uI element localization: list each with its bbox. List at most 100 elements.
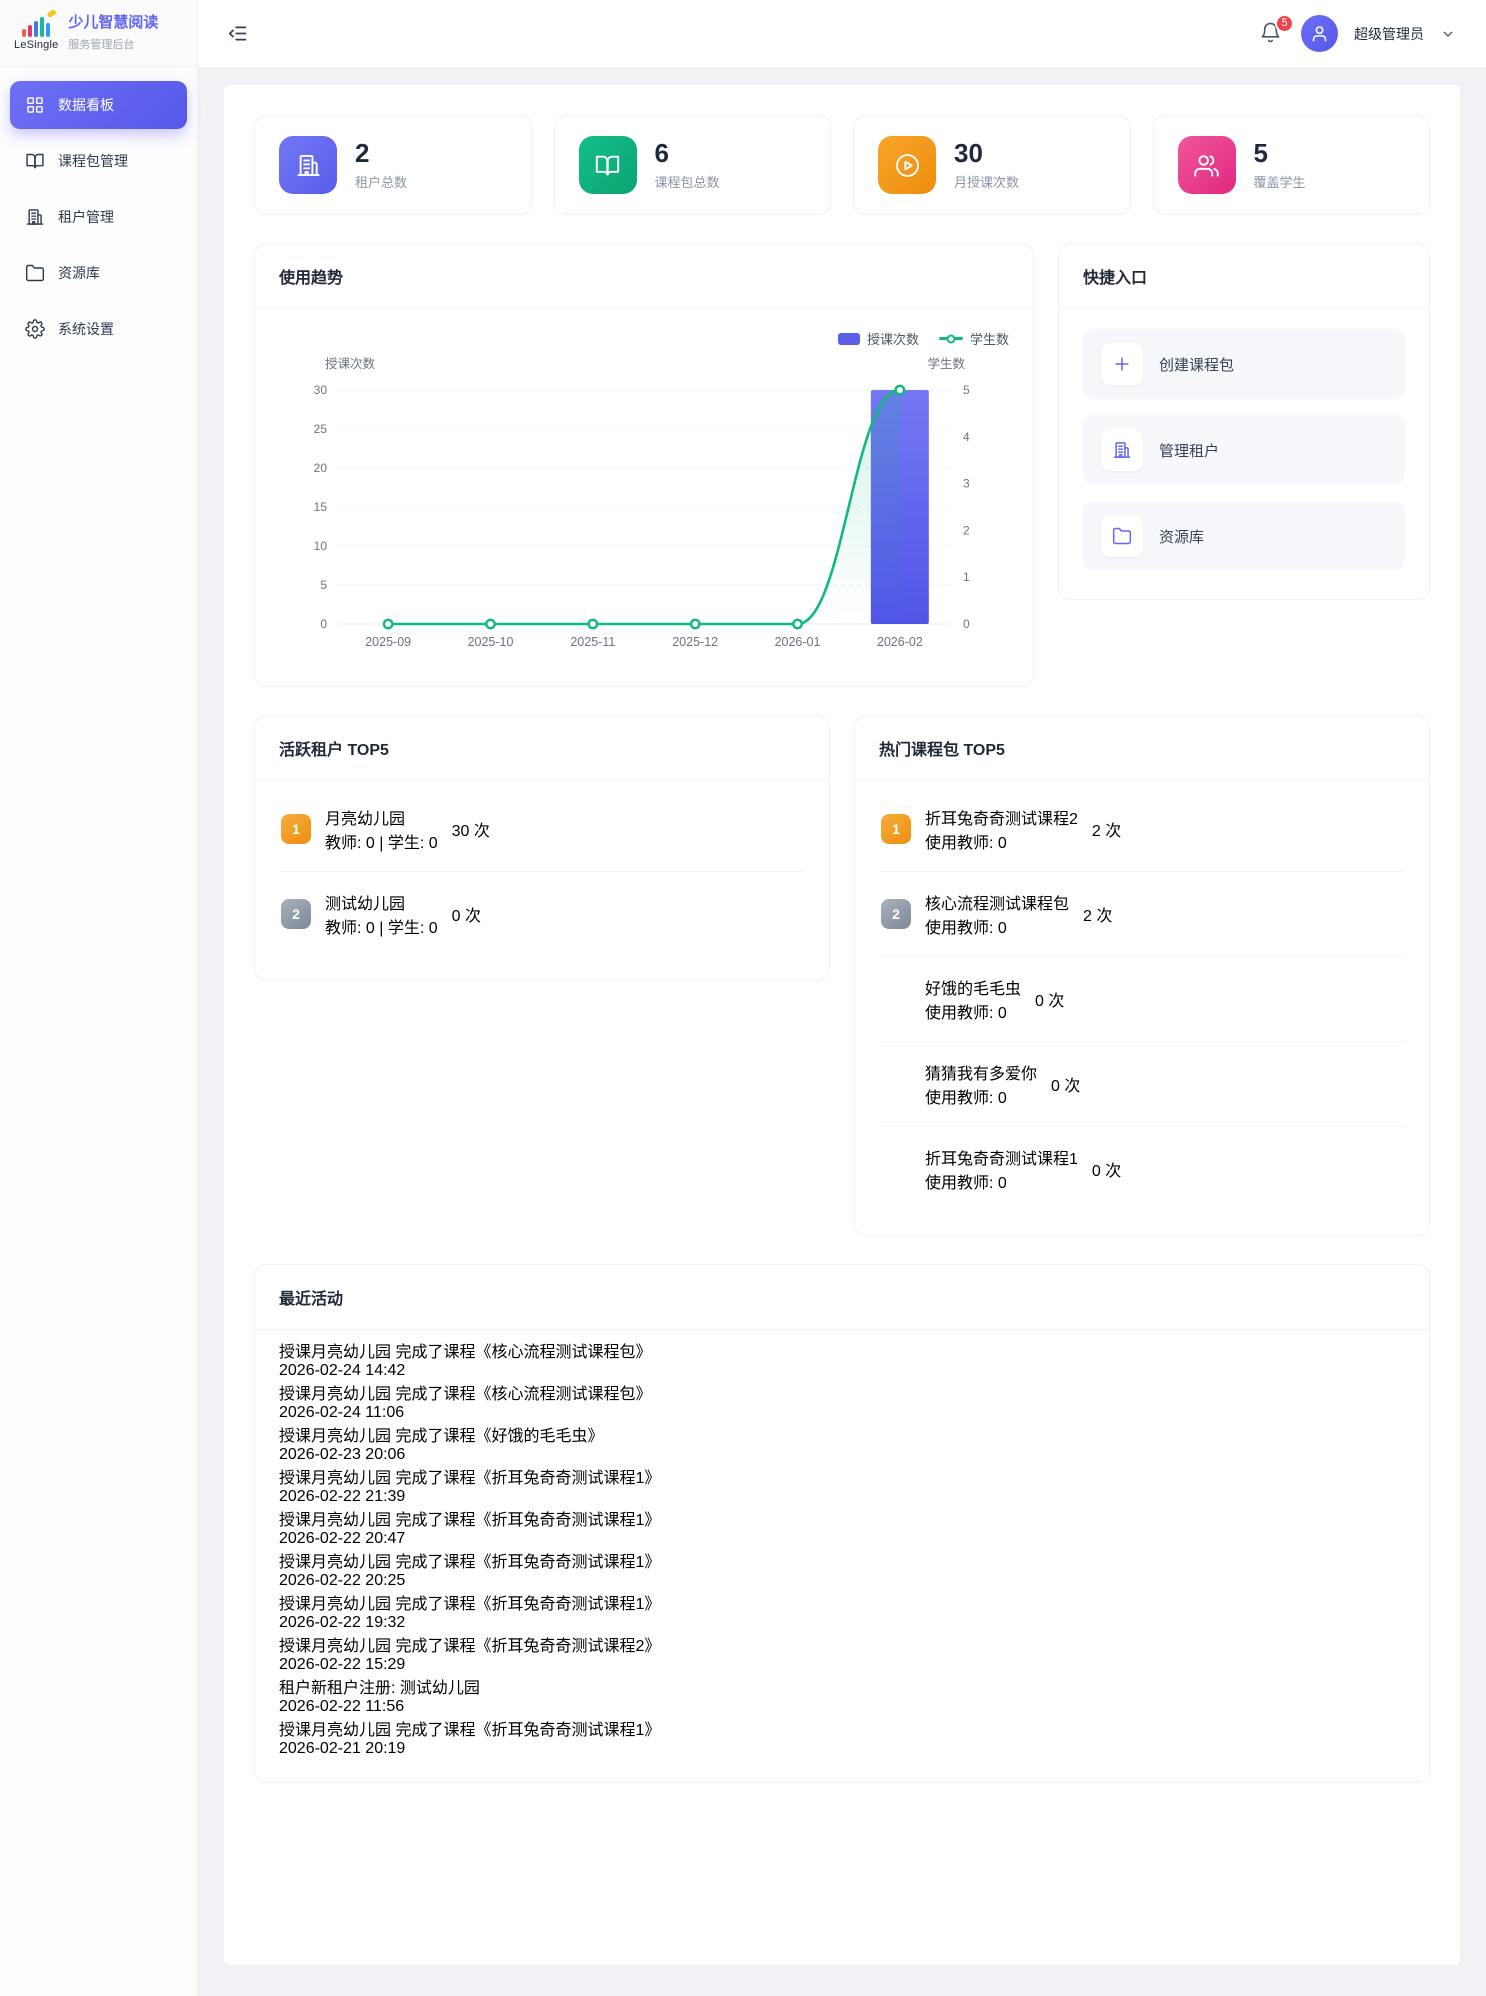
book-icon xyxy=(25,151,45,171)
quick-link-0[interactable]: 创建课程包 xyxy=(1083,329,1405,399)
tenant-row-1: 2测试幼儿园教师: 0 | 学生: 00 次 xyxy=(279,872,805,956)
rank-badge: 2 xyxy=(881,899,911,929)
legend-item-bar[interactable]: 授课次数 xyxy=(838,329,919,348)
notification-count-badge: 5 xyxy=(1275,14,1294,33)
chevron-down-icon[interactable] xyxy=(1440,26,1456,42)
item-sub: 使用教师: 0 xyxy=(925,829,1078,853)
activity-text: 新租户注册: 测试幼儿园 xyxy=(311,1680,480,1697)
sidebar-item-label: 系统设置 xyxy=(58,319,114,339)
package-row-1: 2 核心流程测试课程包使用教师: 0 2 次 xyxy=(879,872,1405,957)
activity-time: 2026-02-22 21:39 xyxy=(279,1488,1405,1506)
activity-item-5: 授课月亮幼儿园 完成了课程《折耳兔奇奇测试课程1》2026-02-22 20:2… xyxy=(279,1548,1405,1590)
brand-subtitle: 服务管理后台 xyxy=(68,36,158,52)
topbar: 5 超级管理员 xyxy=(198,0,1486,67)
stat-label: 覆盖学生 xyxy=(1254,172,1306,191)
activity-text: 月亮幼儿园 完成了课程《折耳兔奇奇测试课程1》 xyxy=(311,1554,660,1571)
activity-item-9: 授课月亮幼儿园 完成了课程《折耳兔奇奇测试课程1》2026-02-21 20:1… xyxy=(279,1716,1405,1758)
sidebar-item-label: 数据看板 xyxy=(58,95,114,115)
package-row-2: 3好饿的毛毛虫使用教师: 00 次 xyxy=(879,957,1405,1042)
tenant-row-0: 1月亮幼儿园教师: 0 | 学生: 030 次 xyxy=(279,787,805,872)
hot-packages-card: 热门课程包 TOP5 1折耳兔奇奇测试课程2使用教师: 02 次2核心流程测试课… xyxy=(854,715,1430,1236)
brand-title: 少儿智慧阅读 xyxy=(68,14,158,33)
quick-link-2[interactable]: 资源库 xyxy=(1083,501,1405,571)
folder-icon xyxy=(1112,526,1132,546)
usage-trend-chart: 授课次数学生数0510152025300123452025-092025-102… xyxy=(279,350,1009,662)
activity-item-3: 授课月亮幼儿园 完成了课程《折耳兔奇奇测试课程1》2026-02-22 21:3… xyxy=(279,1464,1405,1506)
count-badge: 0 次 xyxy=(1035,987,1064,1011)
svg-text:5: 5 xyxy=(963,383,970,397)
rank-badge: 3 xyxy=(881,984,911,1014)
avatar[interactable] xyxy=(1301,15,1338,52)
stat-label: 月授课次数 xyxy=(954,172,1019,191)
item-sub: 使用教师: 0 xyxy=(925,914,1069,938)
svg-text:2026-02: 2026-02 xyxy=(877,635,923,649)
activity-type-badge: 授课 xyxy=(279,1344,311,1361)
building-icon xyxy=(25,207,45,227)
activity-time: 2026-02-22 20:47 xyxy=(279,1530,1405,1548)
chevron-down-icon xyxy=(1440,26,1456,42)
svg-text:2025-10: 2025-10 xyxy=(468,635,514,649)
hot-packages-list: 1折耳兔奇奇测试课程2使用教师: 02 次2核心流程测试课程包使用教师: 02 … xyxy=(855,781,1429,1235)
count-badge: 0 次 xyxy=(452,902,481,926)
svg-text:2025-12: 2025-12 xyxy=(672,635,718,649)
stats-row: 2租户总数6课程包总数30月授课次数5覆盖学生 xyxy=(254,115,1430,215)
folder-icon xyxy=(25,263,45,283)
item-name: 测试幼儿园 xyxy=(325,890,438,914)
svg-text:授课次数: 授课次数 xyxy=(325,356,376,371)
activity-text: 月亮幼儿园 完成了课程《核心流程测试课程包》 xyxy=(311,1344,651,1361)
svg-text:4: 4 xyxy=(963,430,970,444)
sidebar-item-3[interactable]: 资源库 xyxy=(10,249,187,297)
stat-card-2: 30 月授课次数 xyxy=(853,115,1131,215)
activity-item-0: 授课月亮幼儿园 完成了课程《核心流程测试课程包》2026-02-24 14:42 xyxy=(279,1338,1405,1380)
dashboard-page: LeSingle 少儿智慧阅读 服务管理后台 数据看板课程包管理租户管理资源库系… xyxy=(0,0,1486,1996)
activity-type-badge: 授课 xyxy=(279,1470,311,1487)
sidebar-item-1[interactable]: 课程包管理 xyxy=(10,137,187,185)
item-sub: 教师: 0 | 学生: 0 xyxy=(325,829,438,853)
active-tenants-list: 1月亮幼儿园教师: 0 | 学生: 030 次2测试幼儿园教师: 0 | 学生:… xyxy=(255,781,829,980)
user-icon xyxy=(1310,24,1329,43)
sidebar-collapse-button[interactable] xyxy=(224,21,250,47)
notification-bell-icon[interactable]: 5 xyxy=(1259,21,1285,47)
quick-link-1[interactable]: 管理租户 xyxy=(1083,415,1405,485)
activity-type-badge: 授课 xyxy=(279,1428,311,1445)
rank-badge: 1 xyxy=(881,814,911,844)
sidebar-item-2[interactable]: 租户管理 xyxy=(10,193,187,241)
item-name: 折耳兔奇奇测试课程1 xyxy=(925,1145,1078,1169)
stat-card-0: 2租户总数 xyxy=(254,115,532,215)
legend-item-line[interactable]: 学生数 xyxy=(939,329,1009,348)
svg-text:25: 25 xyxy=(314,422,328,436)
stat-card-1: 6课程包总数 xyxy=(554,115,832,215)
activity-type-badge: 授课 xyxy=(279,1554,311,1571)
play-icon xyxy=(894,152,921,179)
count-badge: 2 次 xyxy=(1092,817,1121,841)
svg-text:2026-01: 2026-01 xyxy=(775,635,821,649)
book-icon xyxy=(594,152,621,179)
sidebar: LeSingle 少儿智慧阅读 服务管理后台 数据看板课程包管理租户管理资源库系… xyxy=(0,0,198,1996)
usage-trend-card: 使用趋势 授课次数学生数 授课次数学生数05101520253001234520… xyxy=(254,243,1034,687)
svg-text:3: 3 xyxy=(963,477,970,491)
activity-item-8: 租户新租户注册: 测试幼儿园2026-02-22 11:56 xyxy=(279,1674,1405,1716)
sidebar-item-4[interactable]: 系统设置 xyxy=(10,305,187,353)
item-sub: 教师: 0 | 学生: 0 xyxy=(325,914,438,938)
package-row-4: 5折耳兔奇奇测试课程1使用教师: 00 次 xyxy=(879,1127,1405,1211)
svg-text:1: 1 xyxy=(963,570,970,584)
recent-activity-title: 最近活动 xyxy=(255,1265,1429,1330)
rank-badge: 5 xyxy=(881,1154,911,1184)
count-badge: 30 次 xyxy=(452,817,490,841)
recent-activity-list: 授课月亮幼儿园 完成了课程《核心流程测试课程包》2026-02-24 14:42… xyxy=(255,1330,1429,1782)
package-row-0: 1折耳兔奇奇测试课程2使用教师: 02 次 xyxy=(879,787,1405,872)
svg-text:学生数: 学生数 xyxy=(927,356,965,371)
stat-value: 30 xyxy=(954,139,1019,168)
stat-label: 课程包总数 xyxy=(655,172,720,191)
activity-item-1: 授课月亮幼儿园 完成了课程《核心流程测试课程包》2026-02-24 11:06 xyxy=(279,1380,1405,1422)
activity-item-2: 授课月亮幼儿园 完成了课程《好饿的毛毛虫》2026-02-23 20:06 xyxy=(279,1422,1405,1464)
item-name: 猜猜我有多爱你 xyxy=(925,1060,1037,1084)
activity-type-badge: 租户 xyxy=(279,1680,311,1697)
count-badge: 2 次 xyxy=(1083,902,1112,926)
hot-packages-title: 热门课程包 TOP5 xyxy=(855,716,1429,781)
svg-text:0: 0 xyxy=(320,617,327,631)
activity-text: 月亮幼儿园 完成了课程《折耳兔奇奇测试课程1》 xyxy=(311,1722,660,1739)
sidebar-item-0[interactable]: 数据看板 xyxy=(10,81,187,129)
quick-links-card: 快捷入口 创建课程包管理租户资源库 xyxy=(1058,243,1430,600)
item-name: 核心流程测试课程包 xyxy=(925,890,1069,914)
